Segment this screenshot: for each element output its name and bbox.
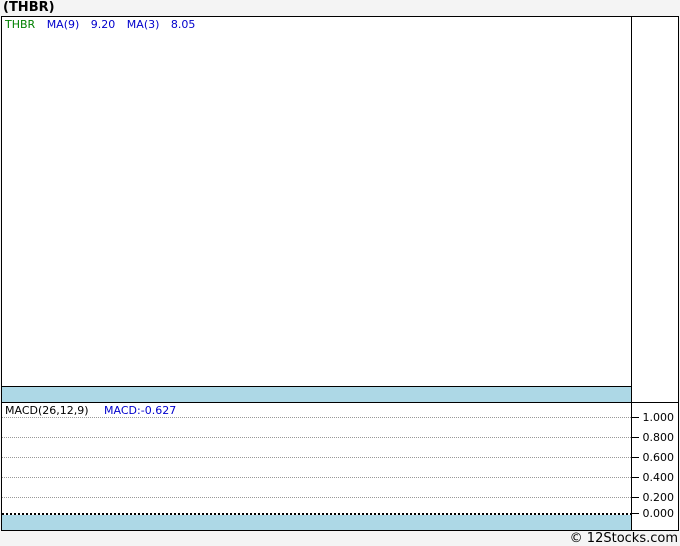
legend-ma3-value: 8.05 — [170, 18, 196, 31]
chart-frame: THBR MA(9) 9.20 MA(3) 8.05 MACD(26,12,9)… — [1, 16, 679, 531]
axis-divider — [631, 17, 632, 530]
price-legend: THBR MA(9) 9.20 MA(3) 8.05 — [5, 18, 203, 31]
footer-credit: © 12Stocks.com — [569, 531, 678, 546]
legend-ma9-label: MA(9) — [46, 18, 80, 31]
axis-tick-label: 0.600 — [642, 451, 675, 464]
macd-legend: MACD(26,12,9) MACD:-0.627 — [5, 404, 188, 417]
legend-symbol: THBR — [5, 18, 36, 31]
panel-separator — [2, 402, 678, 403]
legend-ma3-label: MA(3) — [126, 18, 160, 31]
macd-gridline-1000 — [2, 417, 631, 418]
axis-tick-label: 0.000 — [642, 507, 675, 520]
axis-tick-label: 0.800 — [642, 431, 675, 444]
axis-tick-label: 0.200 — [642, 491, 675, 504]
macd-indicator-label: MACD(26,12,9) — [5, 404, 89, 417]
macd-gridline-0400 — [2, 477, 631, 478]
macd-gridline-0200 — [2, 497, 631, 498]
stock-chart-page: (THBR) THBR MA(9) 9.20 MA(3) 8.05 MACD(2… — [0, 0, 680, 546]
price-chart-band — [2, 387, 631, 402]
macd-band — [2, 515, 631, 530]
macd-gridline-0800 — [2, 437, 631, 438]
macd-indicator-value: MACD:-0.627 — [104, 404, 177, 417]
legend-ma9-value: 9.20 — [90, 18, 116, 31]
macd-gridline-0600 — [2, 457, 631, 458]
page-title: (THBR) — [3, 0, 55, 15]
axis-tick-label: 1.000 — [642, 411, 675, 424]
axis-tick-label: 0.400 — [642, 471, 675, 484]
